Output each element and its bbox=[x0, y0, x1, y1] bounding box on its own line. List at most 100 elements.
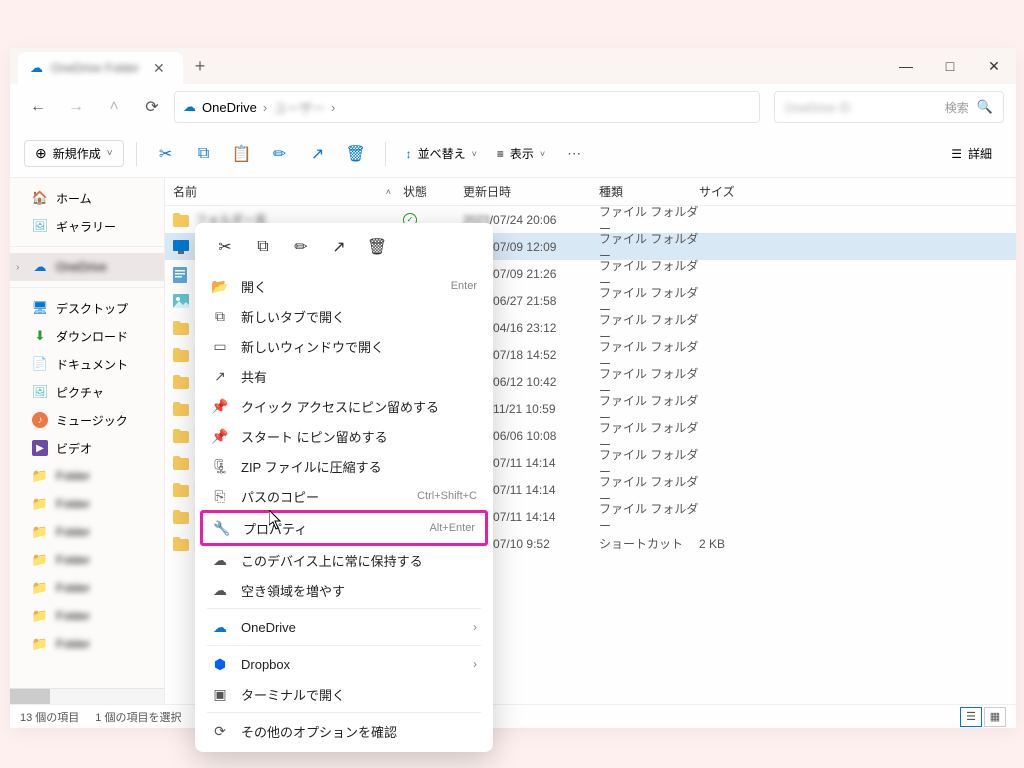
sidebar-home[interactable]: 🏠 ホーム bbox=[10, 184, 164, 212]
sidebar-video[interactable]: ▶ ビデオ bbox=[10, 434, 164, 462]
search-box[interactable]: OneDrive の 検索 🔍 bbox=[774, 91, 1004, 123]
rename-button[interactable]: ✏ bbox=[283, 231, 319, 263]
view-button[interactable]: ≡ 表示 ˅ bbox=[489, 141, 553, 166]
breadcrumb-root[interactable]: OneDrive bbox=[202, 100, 257, 115]
ctx-pin-start[interactable]: 📌 スタート にピン留めする bbox=[201, 421, 487, 451]
share-button[interactable]: ↗ bbox=[321, 231, 357, 263]
img-icon bbox=[173, 294, 189, 308]
download-icon: ⬇ bbox=[32, 328, 48, 344]
sidebar: 🏠 ホーム 🖼 ギャラリー › ☁ OneDrive 🖥 デスクトップ ⬇ ダウ… bbox=[10, 178, 165, 704]
details-view-button[interactable]: ☰ bbox=[960, 707, 982, 727]
copy-button[interactable]: ⧉ bbox=[187, 137, 221, 171]
ctx-new-tab[interactable]: ⧉ 新しいタブで開く bbox=[201, 301, 487, 331]
sort-button[interactable]: ↕ 並べ替え ˅ bbox=[398, 141, 485, 166]
col-size[interactable]: サイズ bbox=[699, 183, 759, 200]
folder-icon: 📁 bbox=[32, 552, 48, 568]
separator bbox=[136, 142, 137, 166]
ctx-dropbox[interactable]: ⬢ Dropbox › bbox=[201, 649, 487, 679]
ctx-always-keep[interactable]: ☁ このデバイス上に常に保持する bbox=[201, 545, 487, 575]
folder-icon: 📁 bbox=[32, 468, 48, 484]
rename-button[interactable]: ✏ bbox=[263, 137, 297, 171]
cut-button[interactable]: ✂ bbox=[149, 137, 183, 171]
forward-button[interactable]: → bbox=[60, 91, 92, 123]
col-date[interactable]: 更新日時 bbox=[463, 183, 599, 200]
ctx-more-options[interactable]: ⟳ その他のオプションを確認 bbox=[201, 716, 487, 746]
ctx-compress-zip[interactable]: 🗜 ZIP ファイルに圧縮する bbox=[201, 451, 487, 481]
delete-button[interactable]: 🗑 bbox=[339, 137, 373, 171]
view-icon: ≡ bbox=[497, 147, 504, 161]
col-name[interactable]: 名前 ˄ bbox=[173, 183, 403, 200]
new-label: 新規作成 bbox=[53, 145, 101, 162]
sidebar-music[interactable]: ♪ ミュージック bbox=[10, 406, 164, 434]
sidebar-onedrive[interactable]: › ☁ OneDrive bbox=[10, 253, 164, 281]
delete-button[interactable]: 🗑 bbox=[359, 231, 395, 263]
onedrive-icon: ☁ bbox=[211, 619, 229, 636]
icons-view-button[interactable]: ▦ bbox=[984, 707, 1006, 727]
sidebar-documents[interactable]: 📄 ドキュメント bbox=[10, 350, 164, 378]
ctx-open[interactable]: 📂 開く Enter bbox=[201, 271, 487, 301]
copy-button[interactable]: ⧉ bbox=[245, 231, 281, 263]
sidebar-pictures[interactable]: 🖼 ピクチャ bbox=[10, 378, 164, 406]
cut-button[interactable]: ✂ bbox=[207, 231, 243, 263]
breadcrumb-item[interactable]: ユーザー bbox=[273, 98, 325, 117]
close-button[interactable]: ✕ bbox=[972, 50, 1016, 82]
column-headers: 名前 ˄ 状態 更新日時 種類 サイズ bbox=[165, 178, 1016, 206]
scrollbar[interactable] bbox=[10, 688, 164, 704]
separator bbox=[10, 246, 164, 247]
sidebar-item-label: デスクトップ bbox=[56, 300, 128, 317]
separator bbox=[207, 608, 481, 609]
music-icon: ♪ bbox=[32, 412, 48, 428]
share-button[interactable]: ↗ bbox=[301, 137, 335, 171]
sidebar-desktop[interactable]: 🖥 デスクトップ bbox=[10, 294, 164, 322]
tab-title: OneDrive Folder bbox=[51, 61, 139, 75]
minimize-button[interactable]: — bbox=[884, 50, 928, 82]
sidebar-item-folder[interactable]: 📁Folder bbox=[10, 518, 164, 546]
window-tab[interactable]: ☁ OneDrive Folder ✕ bbox=[18, 52, 183, 84]
tab-close-button[interactable]: ✕ bbox=[147, 60, 171, 77]
ctx-free-space[interactable]: ☁ 空き領域を増やす bbox=[201, 575, 487, 605]
paste-button[interactable]: 📋 bbox=[225, 137, 259, 171]
scrollbar-thumb[interactable] bbox=[10, 689, 50, 704]
dropbox-icon: ⬢ bbox=[211, 656, 229, 673]
new-button[interactable]: ⊕ 新規作成 ˅ bbox=[24, 140, 124, 167]
chevron-right-icon: › bbox=[473, 657, 477, 671]
sidebar-item-folder[interactable]: 📁Folder bbox=[10, 490, 164, 518]
up-button[interactable]: ˄ bbox=[98, 91, 130, 123]
sidebar-item-folder[interactable]: 📁Folder bbox=[10, 602, 164, 630]
ctx-properties[interactable]: 🔧 プロパティ Alt+Enter bbox=[203, 513, 485, 543]
sidebar-gallery[interactable]: 🖼 ギャラリー bbox=[10, 212, 164, 240]
back-button[interactable]: ← bbox=[22, 91, 54, 123]
folder-icon: 📁 bbox=[32, 636, 48, 652]
separator bbox=[385, 142, 386, 166]
window-icon: ▭ bbox=[211, 338, 229, 355]
folder-icon bbox=[173, 402, 189, 416]
ctx-share[interactable]: ↗ 共有 bbox=[201, 361, 487, 391]
col-type[interactable]: 種類 bbox=[599, 183, 699, 200]
share-icon: ↗ bbox=[211, 368, 229, 385]
terminal-icon: ▣ bbox=[211, 686, 229, 703]
sidebar-downloads[interactable]: ⬇ ダウンロード bbox=[10, 322, 164, 350]
breadcrumb[interactable]: ☁ OneDrive › ユーザー › bbox=[174, 91, 760, 123]
ctx-terminal[interactable]: ▣ ターミナルで開く bbox=[201, 679, 487, 709]
main-area: 🏠 ホーム 🖼 ギャラリー › ☁ OneDrive 🖥 デスクトップ ⬇ ダウ… bbox=[10, 178, 1016, 704]
new-tab-button[interactable]: + bbox=[183, 56, 218, 77]
maximize-button[interactable]: □ bbox=[928, 50, 972, 82]
chevron-right-icon: › bbox=[263, 100, 267, 115]
sidebar-item-folder[interactable]: 📁Folder bbox=[10, 574, 164, 602]
details-button[interactable]: ☰ 詳細 bbox=[941, 141, 1002, 166]
folder-icon: 📁 bbox=[32, 524, 48, 540]
ctx-onedrive[interactable]: ☁ OneDrive › bbox=[201, 612, 487, 642]
sidebar-item-folder[interactable]: 📁Folder bbox=[10, 630, 164, 658]
more-button[interactable]: ⋯ bbox=[557, 141, 591, 166]
sidebar-item-folder[interactable]: 📁Folder bbox=[10, 546, 164, 574]
cursor-icon bbox=[269, 510, 283, 530]
cell-type: ファイル フォルダー bbox=[599, 500, 699, 534]
chevron-down-icon: ˅ bbox=[107, 148, 113, 159]
sidebar-item-folder[interactable]: 📁Folder bbox=[10, 462, 164, 490]
col-status[interactable]: 状態 bbox=[403, 183, 463, 200]
ctx-pin-quick-access[interactable]: 📌 クイック アクセスにピン留めする bbox=[201, 391, 487, 421]
view-label: 表示 bbox=[510, 145, 534, 162]
ctx-copy-path[interactable]: ⎘ パスのコピー Ctrl+Shift+C bbox=[201, 481, 487, 511]
refresh-button[interactable]: ⟳ bbox=[136, 91, 168, 123]
ctx-new-window[interactable]: ▭ 新しいウィンドウで開く bbox=[201, 331, 487, 361]
